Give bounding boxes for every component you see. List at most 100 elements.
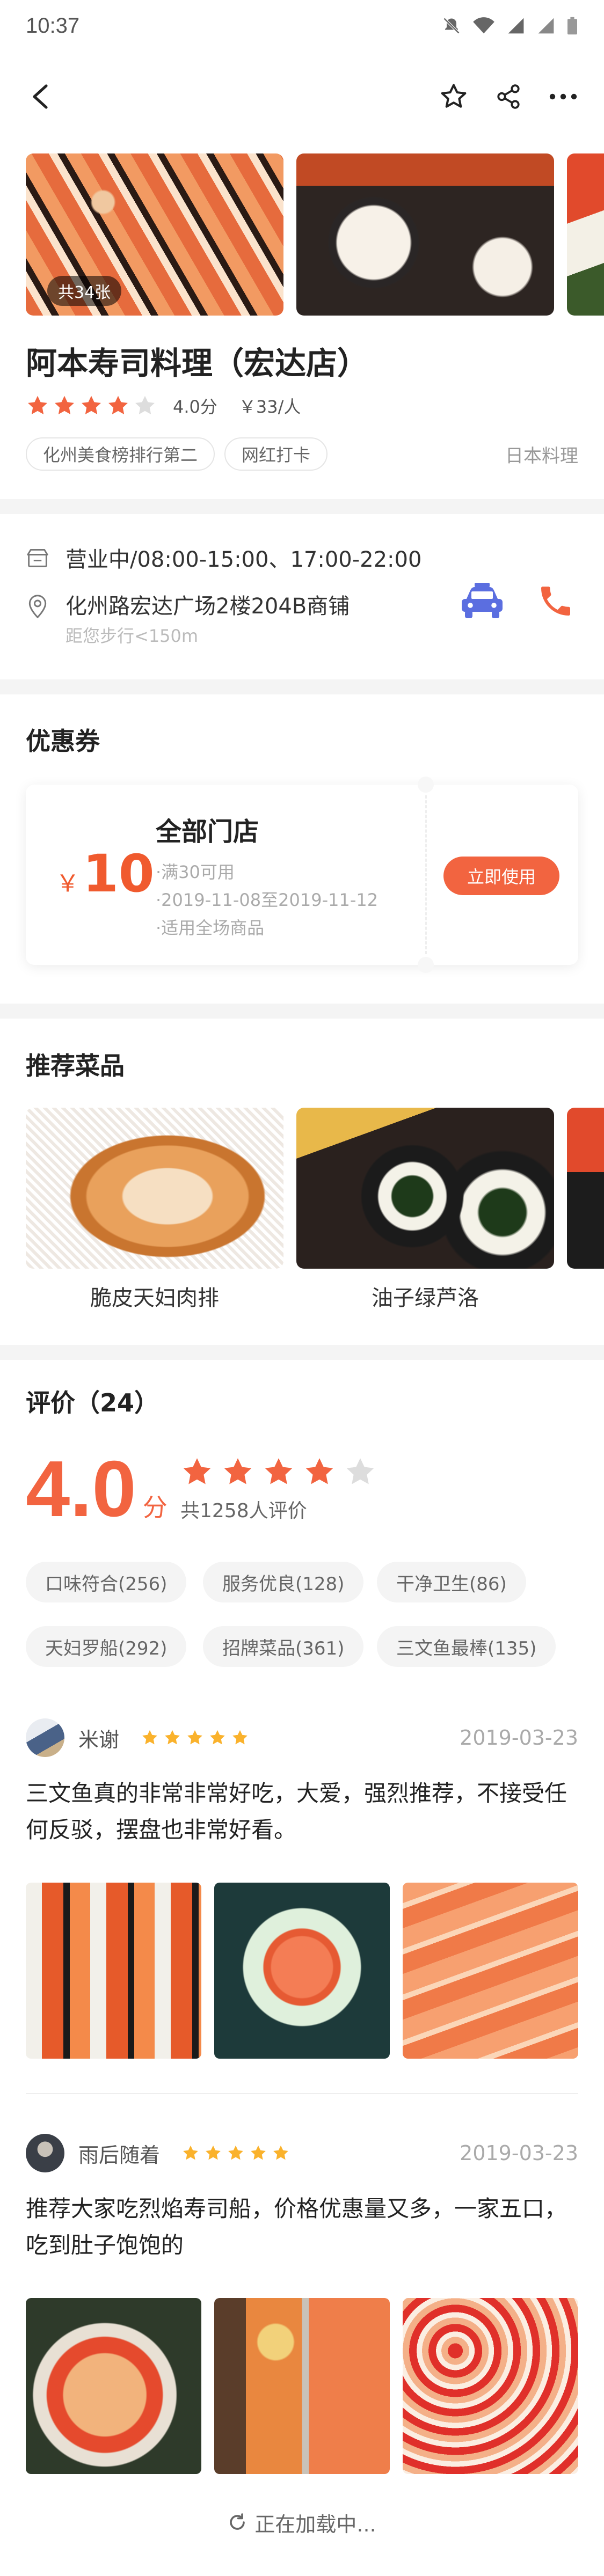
address-block[interactable]: 化州路宏达广场2楼204B商铺 距您步行<150m: [26, 590, 350, 649]
mute-icon: [443, 17, 460, 34]
star-filled-icon: [210, 1730, 225, 1745]
hours-text: 营业中/08:00-15:00、17:00-22:00: [66, 547, 422, 572]
star-filled-icon: [55, 396, 74, 414]
loading-text: 正在加载中...: [254, 2512, 376, 2536]
overall-score: 4.0 分: [26, 1444, 168, 1535]
avatar[interactable]: [26, 1718, 64, 1757]
coupon-amount: ￥ 10: [56, 844, 155, 904]
star-filled-icon: [273, 2145, 288, 2160]
shop-rating-row: 4.0分 ￥33/人: [26, 390, 301, 422]
favorite-button[interactable]: [434, 77, 473, 116]
review-photo[interactable]: [214, 2298, 390, 2474]
gallery-photo[interactable]: [567, 153, 604, 316]
review-separator: [26, 2093, 578, 2094]
star-filled-icon: [232, 1730, 248, 1745]
review-header: 雨后随着 2019-03-23: [26, 2132, 578, 2175]
review-date: 2019-03-23: [460, 1726, 578, 1750]
dish-name[interactable]: 油子绿芦洛: [296, 1280, 554, 1312]
star-filled-icon: [224, 1458, 252, 1484]
shop-score: 4.0分: [173, 397, 217, 417]
coupon-section-title: 优惠券: [26, 727, 100, 756]
review-tag-chip[interactable]: 口味符合(256): [26, 1562, 187, 1602]
chevron-left-icon: [33, 84, 48, 109]
gallery-photo[interactable]: [296, 153, 554, 316]
coupon-scope: ·适用全场商品: [156, 918, 265, 938]
star-filled-icon: [228, 2145, 243, 2160]
more-dots-icon: [549, 93, 577, 100]
review-photo[interactable]: [403, 1883, 578, 2059]
address-text: 化州路宏达广场2楼204B商铺: [66, 594, 350, 619]
star-filled-icon: [108, 396, 128, 414]
shop-name: 阿本寿司料理（宏达店）: [26, 345, 369, 382]
star-empty-icon: [346, 1458, 374, 1484]
review-text: 三文鱼真的非常非常好吃，大爱，强烈推荐，不接受任何反驳，摆盘也非常好看。: [26, 1780, 567, 1843]
dish-photo[interactable]: [26, 1108, 283, 1269]
star-filled-icon: [142, 1730, 157, 1745]
star-filled-icon: [28, 396, 47, 414]
review-tag-chip[interactable]: 三文鱼最棒(135): [377, 1626, 556, 1667]
overall-score-unit: 分: [142, 1493, 168, 1522]
star-filled-icon: [183, 1458, 211, 1484]
section-divider: [0, 1004, 604, 1019]
system-icons: [442, 16, 578, 35]
more-button[interactable]: [544, 77, 583, 116]
review-tag-chip[interactable]: 招牌菜品(361): [203, 1626, 364, 1667]
review-stars: [141, 1729, 249, 1747]
shop-tag[interactable]: 网红打卡: [224, 437, 328, 471]
review-tag-chip[interactable]: 干净卫生(86): [377, 1562, 526, 1602]
reviewer-name[interactable]: 雨后随着: [78, 2139, 160, 2168]
review-photo[interactable]: [26, 1883, 201, 2059]
overall-rating-stars: [180, 1455, 377, 1489]
review-photo[interactable]: [214, 1883, 390, 2059]
dish-name[interactable]: 脆皮天妇肉排: [26, 1280, 283, 1312]
star-filled-icon: [206, 2145, 221, 2160]
dishes-section-title: 推荐菜品: [26, 1051, 125, 1080]
dish-photo[interactable]: [296, 1108, 554, 1269]
star-empty-icon: [135, 396, 155, 414]
coupon-title: 全部门店: [156, 817, 259, 847]
taxi-button[interactable]: [455, 574, 509, 628]
cuisine-type: 日本料理: [505, 445, 578, 467]
avatar[interactable]: [26, 2134, 64, 2172]
status-time: 10:37: [26, 13, 80, 38]
share-icon: [497, 84, 520, 109]
business-hours: 营业中/08:00-15:00、17:00-22:00: [26, 539, 421, 576]
star-filled-icon: [165, 1730, 180, 1745]
star-filled-icon: [251, 2145, 266, 2160]
nav-bar: [0, 64, 604, 129]
review-text: 推荐大家吃烈焰寿司船，价格优惠量又多，一家五口，吃到肚子饱饱的: [26, 2196, 567, 2258]
star-outline-icon: [441, 84, 467, 108]
overall-score-value: 4.0: [26, 1445, 136, 1533]
back-button[interactable]: [21, 77, 60, 116]
phone-icon: [541, 587, 570, 616]
photo-gallery[interactable]: 共34张: [26, 153, 604, 316]
review-photo[interactable]: [26, 2298, 201, 2474]
review-tag-chip[interactable]: 天妇罗船(292): [26, 1626, 187, 1667]
call-button[interactable]: [529, 574, 583, 628]
coupon-notch: [418, 777, 434, 793]
review-count: 共1258人评价: [180, 1500, 307, 1522]
coupon-value: 10: [83, 844, 155, 904]
signal-icon: [508, 18, 524, 34]
star-filled-icon: [187, 1730, 202, 1745]
coupon-validity: ·2019-11-08至2019-11-12: [156, 890, 379, 910]
shop-tags: 化州美食榜排行第二 网红打卡 日本料理: [26, 437, 578, 471]
shop-tag[interactable]: 化州美食榜排行第二: [26, 437, 215, 471]
star-filled-icon: [305, 1458, 333, 1484]
review-tag-chip[interactable]: 服务优良(128): [203, 1562, 364, 1602]
coupon-notch: [418, 957, 434, 973]
dish-photo[interactable]: [567, 1108, 604, 1269]
loading-spinner-icon: [230, 2513, 245, 2530]
use-coupon-button[interactable]: 立即使用: [443, 857, 559, 895]
review-header: 米谢 2019-03-23: [26, 1716, 578, 1759]
store-icon: [27, 549, 48, 567]
loading-indicator: 正在加载中...: [0, 2506, 604, 2538]
reviewer-name[interactable]: 米谢: [78, 1723, 119, 1753]
photo-count-badge: 共34张: [47, 276, 122, 306]
star-filled-icon: [265, 1458, 293, 1484]
share-button[interactable]: [489, 77, 528, 116]
review-photo[interactable]: [403, 2298, 578, 2474]
signal-x-icon: [538, 18, 554, 34]
coupon-card[interactable]: ￥ 10 全部门店 ·满30可用 ·2019-11-08至2019-11-12 …: [26, 777, 578, 973]
review-stars: [181, 2144, 290, 2162]
